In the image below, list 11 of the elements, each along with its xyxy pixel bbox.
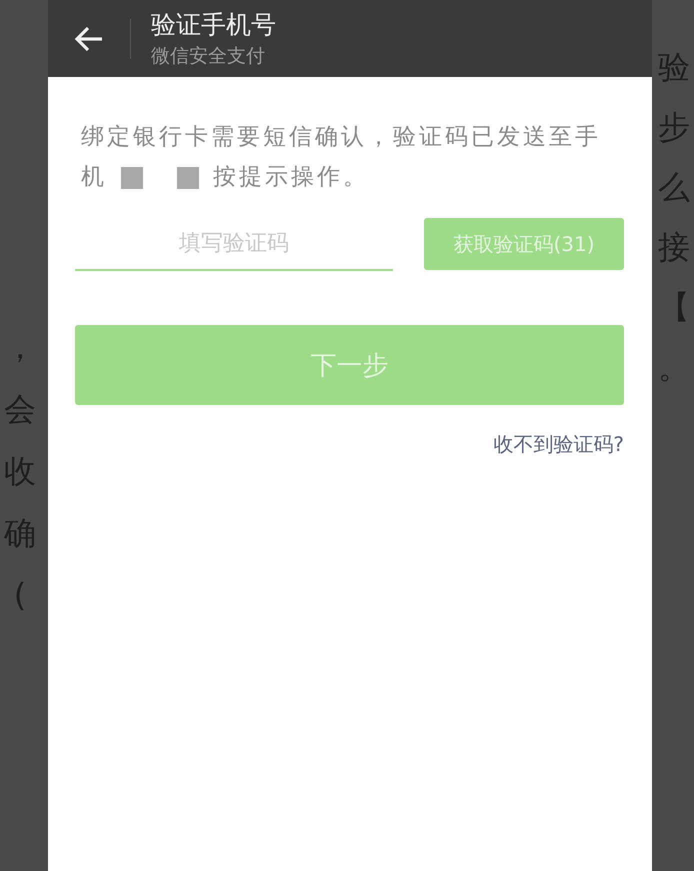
background-text: ，: [3, 330, 37, 364]
help-link[interactable]: 收不到验证码?: [493, 431, 624, 458]
redaction-block: [121, 166, 143, 189]
background-text: 【: [657, 290, 691, 324]
background-text: (: [12, 578, 28, 612]
redaction-block: [177, 166, 199, 189]
dialog-title: 验证手机号: [151, 10, 276, 40]
back-arrow-icon: [74, 26, 104, 52]
verification-message: 绑定银行卡需要短信确认，验证码已发送至手机 按提示操作。: [81, 123, 602, 192]
dialog-subtitle: 微信安全支付: [151, 44, 266, 68]
background-text: 。: [657, 350, 691, 384]
